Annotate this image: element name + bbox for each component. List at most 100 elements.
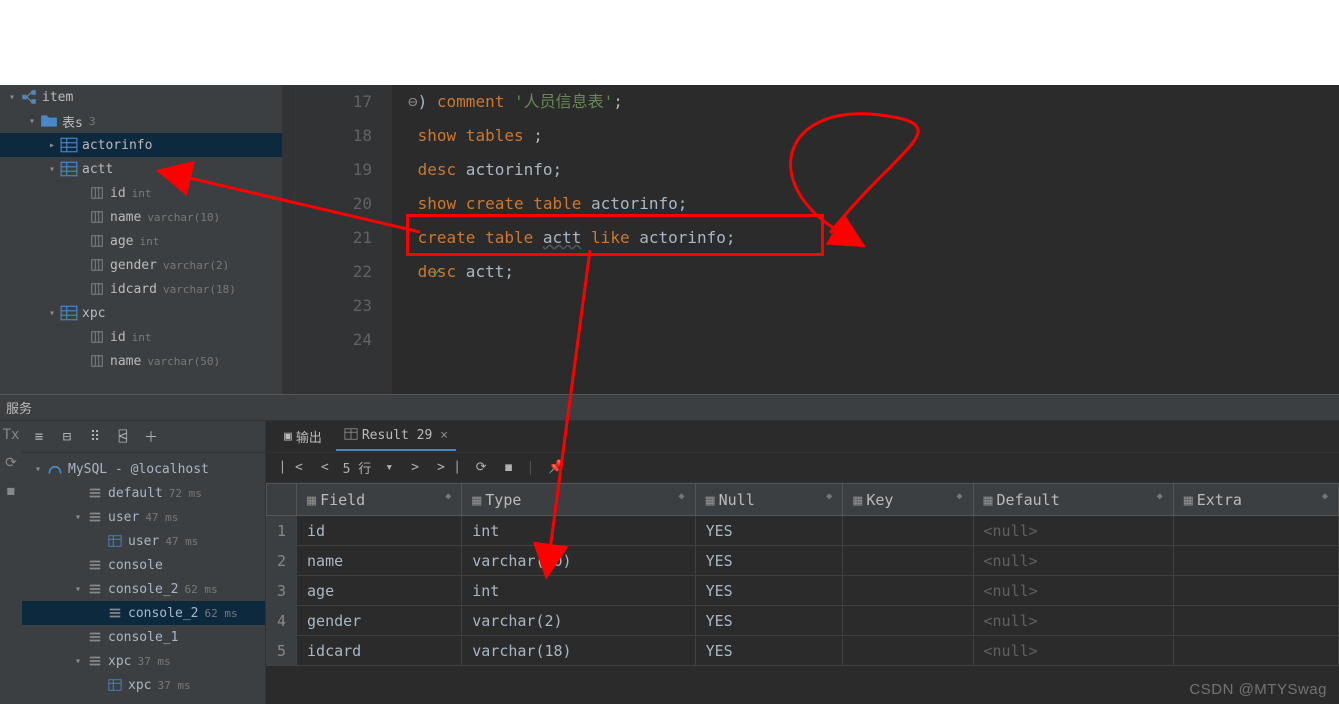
table-cell[interactable]: [843, 516, 973, 546]
add-icon[interactable]: ＋: [142, 427, 160, 447]
tree-item-column[interactable]: ageint: [0, 229, 282, 253]
table-cell[interactable]: YES: [695, 636, 843, 666]
tree-item-column[interactable]: gendervarchar(2): [0, 253, 282, 277]
code-editor[interactable]: 1718192021222324 ⊖) comment '人员信息表'; sho…: [282, 85, 1339, 394]
svc-item[interactable]: ▾user47 ms: [22, 505, 265, 529]
reload-icon[interactable]: ⟳: [472, 460, 491, 475]
table-row[interactable]: 5idcardvarchar(18)YES<null>: [267, 636, 1339, 666]
table-cell[interactable]: age: [297, 576, 462, 606]
tree-item-table-actorinfo[interactable]: ▸ actorinfo: [0, 133, 282, 157]
svc-item[interactable]: console_262 ms: [22, 601, 265, 625]
svc-item[interactable]: console_1: [22, 625, 265, 649]
first-page-icon[interactable]: ⎸<: [278, 460, 307, 475]
table-cell[interactable]: YES: [695, 516, 843, 546]
table-cell[interactable]: name: [297, 546, 462, 576]
collapse-icon[interactable]: ⊟: [58, 429, 76, 445]
next-page-icon[interactable]: >: [407, 460, 423, 475]
table-row[interactable]: 4gendervarchar(2)YES<null>: [267, 606, 1339, 636]
sort-icon[interactable]: ◆: [1322, 491, 1328, 502]
code-line[interactable]: desc actt;: [408, 255, 736, 289]
svc-item[interactable]: default72 ms: [22, 481, 265, 505]
table-cell[interactable]: YES: [695, 576, 843, 606]
table-cell[interactable]: YES: [695, 606, 843, 636]
services-panel-header[interactable]: 服务: [0, 394, 1339, 421]
tree-item-column[interactable]: idcardvarchar(18): [0, 277, 282, 301]
svc-item[interactable]: console: [22, 553, 265, 577]
column-header[interactable]: ▦Null◆: [695, 484, 843, 516]
table-cell[interactable]: <null>: [973, 516, 1173, 546]
table-cell[interactable]: [1173, 576, 1338, 606]
prev-page-icon[interactable]: <: [317, 460, 333, 475]
stop-icon[interactable]: ◼: [501, 460, 517, 475]
fold-icon[interactable]: ⊖: [408, 92, 418, 111]
tab-output[interactable]: ▣ 输出: [276, 423, 330, 450]
code-line[interactable]: [408, 323, 736, 357]
code-line[interactable]: desc actorinfo;: [408, 153, 736, 187]
editor-code[interactable]: ⊖) comment '人员信息表'; show tables ; desc a…: [392, 85, 736, 394]
dropdown-icon[interactable]: ▾: [381, 460, 397, 475]
table-row[interactable]: 1idintYES<null>: [267, 516, 1339, 546]
table-cell[interactable]: [1173, 546, 1338, 576]
svc-item[interactable]: user47 ms: [22, 529, 265, 553]
table-cell[interactable]: [843, 606, 973, 636]
table-cell[interactable]: [1173, 606, 1338, 636]
table-cell[interactable]: <null>: [973, 576, 1173, 606]
table-cell[interactable]: varchar(10): [462, 546, 695, 576]
code-line[interactable]: [408, 289, 736, 323]
expand-icon[interactable]: ≡: [30, 429, 48, 445]
refresh-icon[interactable]: ⟳: [5, 455, 17, 471]
table-cell[interactable]: <null>: [973, 606, 1173, 636]
database-tree-sidebar[interactable]: ▾ item ▾ 表s 3 ▸ actorinfo ▾ actt idintna…: [0, 85, 282, 394]
svc-item[interactable]: ▾xpc37 ms: [22, 649, 265, 673]
stop-icon[interactable]: ◼: [7, 483, 15, 499]
table-cell[interactable]: YES: [695, 546, 843, 576]
grid-icon[interactable]: ⠿: [86, 429, 104, 445]
sort-icon[interactable]: ◆: [956, 491, 962, 502]
svc-datasource[interactable]: ▾ MySQL - @localhost: [22, 457, 265, 481]
code-line[interactable]: show tables ;: [408, 119, 736, 153]
sort-icon[interactable]: ◆: [1157, 491, 1163, 502]
close-icon[interactable]: ×: [440, 428, 448, 443]
table-cell[interactable]: [1173, 636, 1338, 666]
tx-icon[interactable]: Tx: [3, 427, 20, 443]
column-header[interactable]: ▦Default◆: [973, 484, 1173, 516]
code-line[interactable]: show create table actorinfo;: [408, 187, 736, 221]
sort-icon[interactable]: ◆: [445, 491, 451, 502]
services-tree-panel[interactable]: ≡ ⊟ ⠿ ⍃ ＋ ▾ MySQL - @localhost default72…: [22, 421, 266, 704]
tree-item-schema[interactable]: ▾ item: [0, 85, 282, 109]
svc-item[interactable]: ▾console_262 ms: [22, 577, 265, 601]
table-cell[interactable]: <null>: [973, 546, 1173, 576]
tree-item-table-actt[interactable]: ▾ actt: [0, 157, 282, 181]
sort-icon[interactable]: ◆: [826, 491, 832, 502]
column-header[interactable]: ▦Type◆: [462, 484, 695, 516]
table-cell[interactable]: [843, 636, 973, 666]
table-cell[interactable]: [843, 546, 973, 576]
column-header[interactable]: ▦Key◆: [843, 484, 973, 516]
code-line[interactable]: ⊖) comment '人员信息表';: [408, 85, 736, 119]
table-cell[interactable]: int: [462, 576, 695, 606]
code-line[interactable]: create table actt like actorinfo;: [408, 221, 736, 255]
filter-icon[interactable]: ⍃: [114, 429, 132, 445]
tree-item-table-xpc[interactable]: ▾ xpc: [0, 301, 282, 325]
table-cell[interactable]: [843, 576, 973, 606]
table-cell[interactable]: varchar(2): [462, 606, 695, 636]
table-row[interactable]: 2namevarchar(10)YES<null>: [267, 546, 1339, 576]
column-header[interactable]: ▦Field◆: [297, 484, 462, 516]
tree-item-column[interactable]: namevarchar(50): [0, 349, 282, 373]
column-header[interactable]: ▦Extra◆: [1173, 484, 1338, 516]
pin-icon[interactable]: 📌: [544, 460, 568, 475]
table-cell[interactable]: varchar(18): [462, 636, 695, 666]
svc-item[interactable]: xpc37 ms: [22, 673, 265, 697]
tree-item-column[interactable]: namevarchar(10): [0, 205, 282, 229]
table-cell[interactable]: id: [297, 516, 462, 546]
tree-item-column[interactable]: idint: [0, 325, 282, 349]
table-cell[interactable]: <null>: [973, 636, 1173, 666]
table-cell[interactable]: int: [462, 516, 695, 546]
tab-result[interactable]: Result 29 ×: [336, 423, 456, 451]
last-page-icon[interactable]: >⎹: [433, 460, 462, 475]
table-cell[interactable]: idcard: [297, 636, 462, 666]
sort-icon[interactable]: ◆: [679, 491, 685, 502]
result-table[interactable]: ▦Field◆▦Type◆▦Null◆▦Key◆▦Default◆▦Extra◆…: [266, 483, 1339, 666]
tree-item-tables-group[interactable]: ▾ 表s 3: [0, 109, 282, 133]
table-row[interactable]: 3ageintYES<null>: [267, 576, 1339, 606]
